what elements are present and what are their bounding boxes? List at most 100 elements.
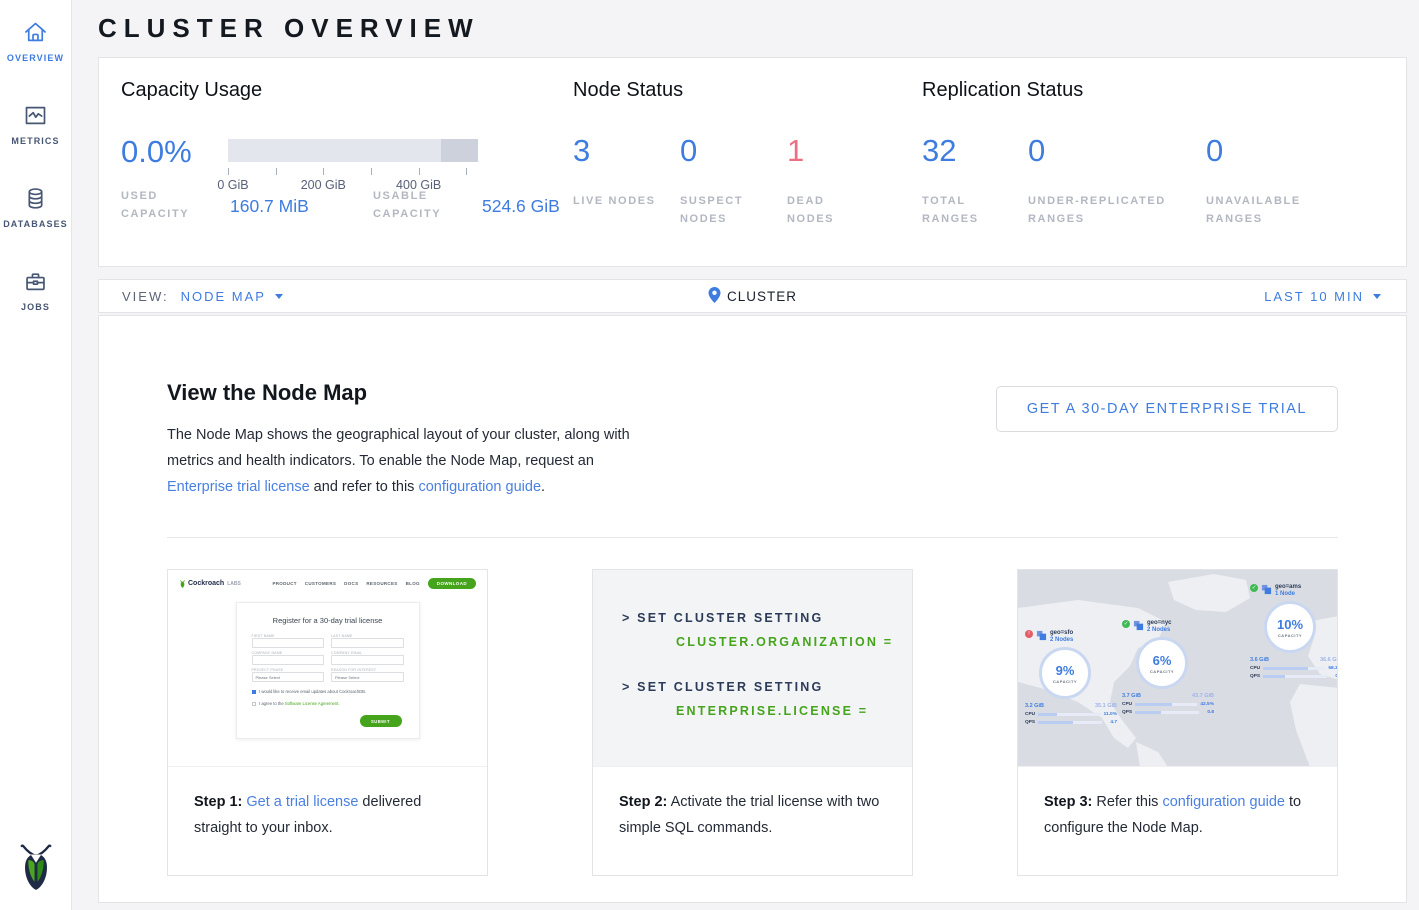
databases-icon [22, 185, 49, 212]
metrics-icon [22, 102, 49, 129]
dead-nodes-metric: 1 DEAD NODES [787, 133, 894, 228]
suspect-nodes-label: SUSPECT NODES [680, 192, 764, 228]
mini-input [252, 638, 325, 648]
gauge-tick-400: 400 GiB [396, 178, 441, 192]
step1-label: Step 1: [194, 794, 242, 810]
desc-text: . [541, 479, 545, 495]
total-ranges-value: 32 [922, 133, 1028, 169]
breadcrumb-cluster: CLUSTER [727, 289, 797, 304]
configuration-guide-link[interactable]: configuration guide [1162, 794, 1285, 810]
location-pin-icon [708, 287, 720, 306]
unavailable-ranges-value: 0 [1206, 133, 1290, 169]
cpu-value: 42.5% [1200, 702, 1214, 707]
sidebar: OVERVIEW METRICS DATABASES [0, 0, 72, 910]
time-range-value: LAST 10 MIN [1264, 289, 1364, 304]
step3-card: ! geo=sfo 2 Nodes 9% CAPACITY [1017, 569, 1338, 876]
qps-value: 4.7 [1105, 720, 1117, 725]
mini-checkbox2-label: I agree to the [259, 701, 285, 706]
usable-capacity-label: USABLE CAPACITY [373, 187, 466, 223]
sql-arg-1: CLUSTER.ORGANIZATION = [676, 635, 912, 649]
qps-label: QPS [1025, 720, 1035, 725]
cockroach-labs-logo: Cockroach LABS [179, 579, 241, 589]
live-nodes-metric: 3 LIVE NODES [573, 133, 680, 228]
sql-command-2: > SET CLUSTER SETTING [622, 680, 912, 694]
sql-command-1: > SET CLUSTER SETTING [622, 611, 912, 625]
mini-input [252, 655, 325, 665]
mini-nav-product: PRODUCT [272, 581, 296, 586]
chevron-down-icon [1373, 294, 1381, 299]
mini-submit-button: SUBMIT [360, 715, 402, 727]
mini-license-link: Software License Agreement. [285, 701, 340, 706]
node-cluster-icon [1261, 584, 1272, 595]
gauge-tick-0: 0 GiB [217, 178, 248, 192]
locality-node-count: 2 Nodes [1147, 627, 1172, 633]
step3-text: Refer this [1092, 794, 1162, 810]
live-status-icon: ✓ [1122, 620, 1130, 628]
logo-text: Cockroach [188, 580, 224, 587]
enterprise-trial-license-link[interactable]: Enterprise trial license [167, 479, 310, 495]
geo-badge-ams: ✓ geo=ams 1 Node 10% CAPACITY [1250, 584, 1337, 679]
node-cluster-icon [1036, 630, 1047, 641]
sidebar-item-metrics[interactable]: METRICS [11, 102, 59, 146]
sidebar-item-databases[interactable]: DATABASES [3, 185, 68, 229]
home-icon [22, 19, 49, 46]
locality-node-count: 1 Node [1275, 591, 1301, 597]
used-gib: 3.6 GiB [1250, 657, 1269, 663]
unavailable-ranges-label: UNAVAILABLE RANGES [1206, 192, 1290, 228]
node-cluster-icon [1133, 620, 1144, 631]
node-map-panel: View the Node Map The Node Map shows the… [98, 315, 1407, 903]
locality-name: geo=nyc [1147, 620, 1172, 626]
dead-status-icon: ! [1025, 630, 1033, 638]
used-capacity-label: USED CAPACITY [121, 187, 214, 223]
sidebar-item-overview[interactable]: OVERVIEW [7, 19, 64, 63]
mini-input [331, 655, 404, 665]
capacity-percent: 0.0% [121, 134, 228, 170]
cockroachdb-logo [15, 841, 57, 898]
node-status-title: Node Status [573, 79, 922, 102]
page-title: CLUSTER OVERVIEW [98, 13, 1407, 44]
used-gib: 3.2 GiB [1025, 703, 1044, 709]
cpu-label: CPU [1122, 702, 1132, 707]
locality-node-count: 2 Nodes [1050, 637, 1073, 643]
live-nodes-value: 3 [573, 133, 680, 169]
mini-select: Please Select [331, 672, 404, 682]
get-trial-license-link[interactable]: Get a trial license [246, 794, 358, 810]
view-bar: VIEW: NODE MAP CLUSTER LAST 10 MIN [98, 279, 1407, 313]
cpu-value: 11.0% [1104, 712, 1117, 717]
mini-checkbox-empty [252, 702, 257, 707]
view-selector-dropdown[interactable]: VIEW: NODE MAP [122, 289, 283, 304]
qps-label: QPS [1250, 674, 1260, 679]
mini-input [331, 638, 404, 648]
locality-name: geo=sfo [1050, 630, 1073, 636]
mini-site-nav: PRODUCT CUSTOMERS DOCS RESOURCES BLOG DO… [272, 578, 476, 589]
total-gib: 36.6 GiB [1320, 657, 1337, 663]
capacity-label: CAPACITY [1053, 679, 1077, 684]
sidebar-item-jobs[interactable]: JOBS [21, 268, 50, 312]
mini-checkbox-checked [252, 690, 257, 695]
capacity-donut: 9% CAPACITY [1039, 647, 1091, 699]
step3-caption: Step 3: Refer this configuration guide t… [1018, 767, 1337, 863]
capacity-usage-title: Capacity Usage [121, 79, 573, 102]
step1-caption: Step 1: Get a trial license delivered st… [168, 767, 487, 863]
usable-capacity-value: 524.6 GiB [482, 196, 560, 223]
mini-select: Please Select [252, 672, 325, 682]
mini-checkbox1-label: I would like to receive email updates ab… [259, 689, 366, 694]
node-status-section: Node Status 3 LIVE NODES 0 SUSPECT NODES… [573, 79, 922, 266]
used-gib: 3.7 GiB [1122, 693, 1141, 699]
locality-name: geo=ams [1275, 584, 1301, 590]
capacity-label: CAPACITY [1150, 669, 1174, 674]
mini-form-title: Register for a 30-day trial license [252, 616, 404, 625]
configuration-guide-link[interactable]: configuration guide [418, 479, 541, 495]
capacity-gauge: 0 GiB 200 GiB 400 GiB [228, 139, 478, 170]
dead-nodes-value: 1 [787, 133, 894, 169]
enterprise-trial-button[interactable]: GET A 30-DAY ENTERPRISE TRIAL [996, 386, 1338, 432]
mini-trial-form: Register for a 30-day trial license FIRS… [236, 602, 420, 739]
live-status-icon: ✓ [1250, 584, 1258, 592]
sql-arg-2: ENTERPRISE.LICENSE = [676, 704, 912, 718]
time-range-dropdown[interactable]: LAST 10 MIN [1264, 289, 1381, 304]
capacity-usage-section: Capacity Usage 0.0% 0 GiB 200 GiB 400 Gi… [121, 79, 573, 266]
dead-nodes-label: DEAD NODES [787, 192, 871, 228]
mini-download-button: DOWNLOAD [428, 578, 476, 589]
breadcrumb: CLUSTER [708, 287, 797, 306]
total-ranges-metric: 32 TOTAL RANGES [922, 133, 1028, 228]
